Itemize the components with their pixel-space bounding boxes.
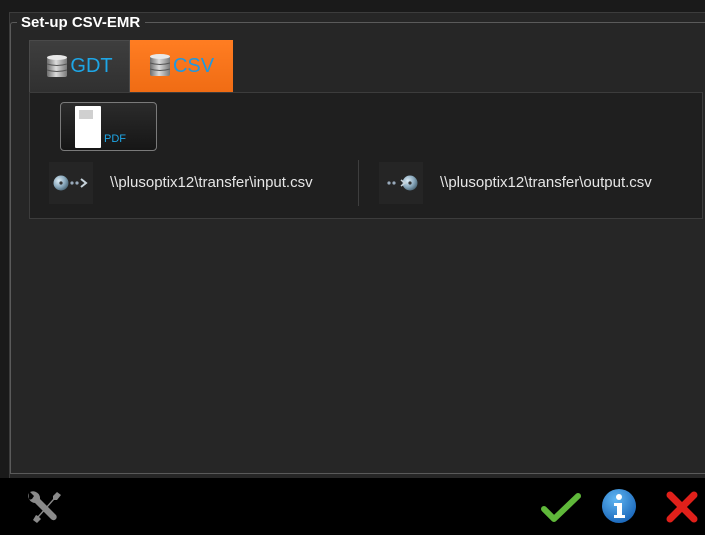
setup-csv-emr-screen: Set-up CSV-EMR GDT CSV PDF \\plusoptix12… [0,0,705,535]
pdf-document-icon [75,106,101,148]
bottom-toolbar [0,478,705,535]
input-path-field[interactable]: \\plusoptix12\transfer\input.csv [110,174,313,192]
export-disc-icon[interactable] [379,162,423,204]
format-tabs: GDT CSV [29,40,233,92]
pdf-label: PDF [104,133,126,145]
panel-title: Set-up CSV-EMR [17,14,146,32]
close-icon[interactable] [664,489,700,525]
import-disc-icon[interactable] [49,162,93,204]
tools-icon[interactable] [21,487,67,527]
database-icon [47,54,68,77]
tab-csv[interactable]: CSV [130,40,233,92]
checkmark-icon[interactable] [541,492,581,524]
database-icon [149,54,171,76]
tab-gdt[interactable]: GDT [29,40,130,92]
path-divider [358,160,359,206]
tab-gdt-label: GDT [70,55,113,77]
pdf-button[interactable]: PDF [60,102,157,151]
info-icon[interactable] [600,487,638,525]
output-path-field[interactable]: \\plusoptix12\transfer\output.csv [440,174,652,192]
tab-csv-label: CSV [172,54,215,77]
